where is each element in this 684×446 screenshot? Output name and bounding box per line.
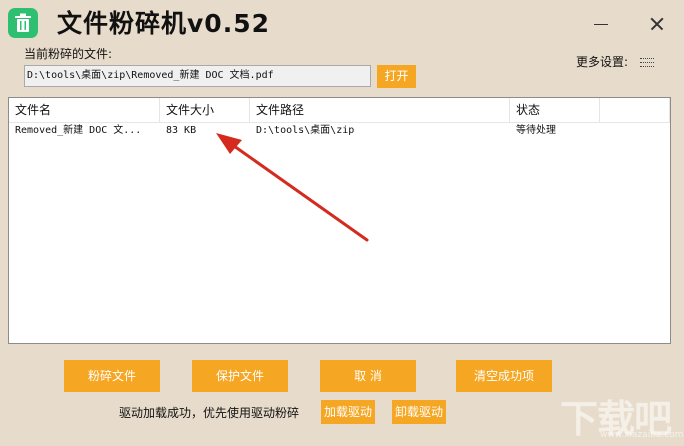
cell-file-path: D:\tools\桌面\zip [256, 125, 355, 136]
unload-driver-button[interactable]: 卸载驱动 [392, 400, 446, 424]
minimize-icon[interactable] [590, 12, 612, 34]
column-header-extra [600, 98, 670, 122]
shred-files-button[interactable]: 粉碎文件 [64, 360, 160, 392]
more-settings-label: 更多设置: [576, 55, 629, 69]
menu-list-icon[interactable] [640, 57, 654, 69]
watermark-url: www.xiazaiba.com [600, 430, 684, 440]
column-header-name[interactable]: 文件名 [9, 98, 160, 122]
load-driver-button[interactable]: 加载驱动 [321, 400, 375, 424]
open-button[interactable]: 打开 [377, 65, 416, 88]
cell-file-size: 83 KB [166, 125, 197, 136]
cell-status: 等待处理 [516, 125, 556, 136]
protect-files-button[interactable]: 保护文件 [192, 360, 288, 392]
driver-status-text: 驱动加载成功，优先使用驱动粉碎 [119, 406, 300, 420]
current-file-label: 当前粉碎的文件: [24, 47, 113, 61]
table-header: 文件名 文件大小 文件路径 状态 [9, 98, 670, 123]
column-header-status[interactable]: 状态 [510, 98, 600, 122]
column-header-path[interactable]: 文件路径 [250, 98, 510, 122]
file-path-field[interactable]: D:\tools\桌面\zip\Removed_新建 DOC 文档.pdf [24, 65, 371, 87]
cancel-button[interactable]: 取 消 [320, 360, 416, 392]
trash-icon [8, 8, 38, 38]
window-title: 文件粉碎机v0.52 [57, 9, 270, 38]
clear-succeeded-button[interactable]: 清空成功项 [456, 360, 552, 392]
column-header-size[interactable]: 文件大小 [160, 98, 250, 122]
cell-file-name: Removed_新建 DOC 文... [15, 125, 142, 136]
close-icon[interactable] [646, 12, 668, 34]
table-row[interactable]: Removed_新建 DOC 文... 83 KB D:\tools\桌面\zi… [9, 122, 670, 139]
file-table[interactable]: 文件名 文件大小 文件路径 状态 Removed_新建 DOC 文... 83 … [8, 97, 671, 344]
